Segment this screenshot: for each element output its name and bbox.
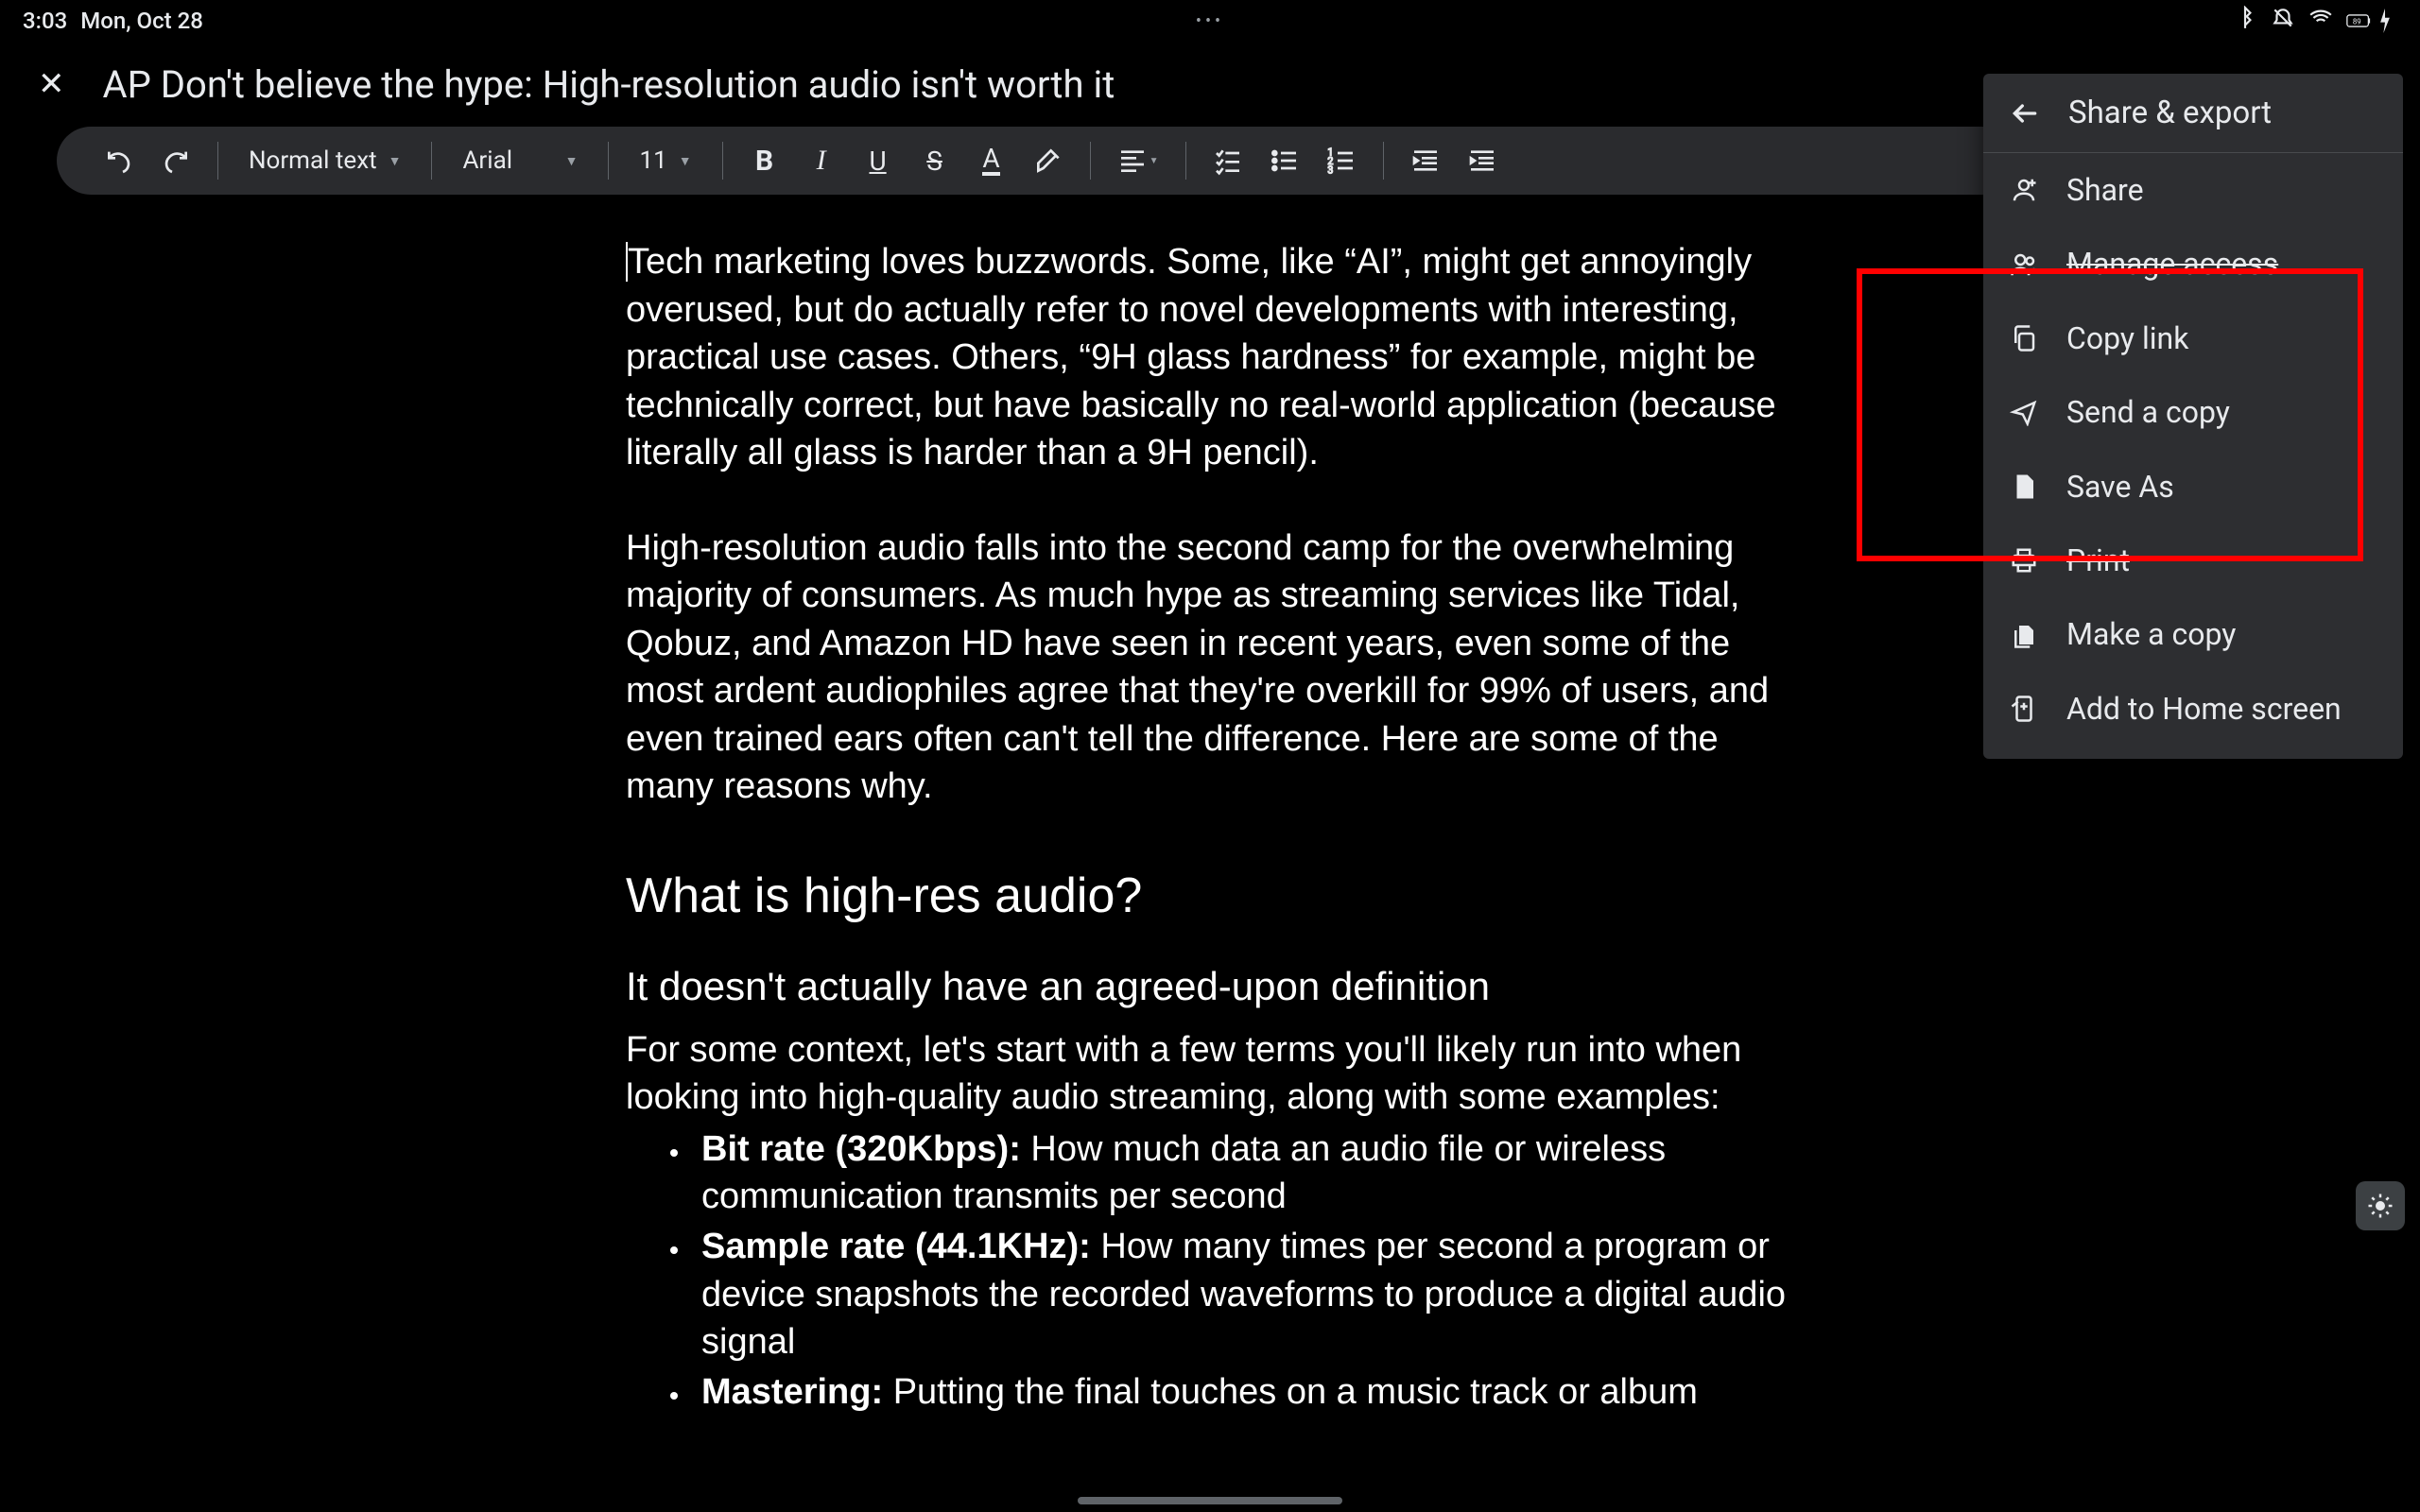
status-bar: 3:03 Mon, Oct 28 ••• 89 bbox=[0, 0, 2420, 42]
svg-text:89: 89 bbox=[2353, 17, 2361, 26]
toolbar-separator bbox=[722, 142, 723, 180]
toolbar-separator bbox=[217, 142, 218, 180]
decrease-indent-button[interactable] bbox=[1401, 136, 1450, 185]
paragraph[interactable]: For some context, let's start with a few… bbox=[626, 1026, 1789, 1122]
brightness-button[interactable] bbox=[2356, 1181, 2405, 1230]
increase-indent-button[interactable] bbox=[1458, 136, 1507, 185]
battery-icon: 89 bbox=[2346, 9, 2397, 33]
back-arrow-icon[interactable] bbox=[2010, 98, 2040, 129]
align-button[interactable]: ▼ bbox=[1108, 136, 1168, 185]
menu-item-print[interactable]: Print bbox=[1983, 524, 2403, 597]
brightness-icon bbox=[2366, 1192, 2394, 1220]
bold-button[interactable]: B bbox=[740, 136, 789, 185]
menu-item-send-copy[interactable]: Send a copy bbox=[1983, 375, 2403, 449]
status-more-icon[interactable]: ••• bbox=[1196, 11, 1224, 31]
share-export-menu: Share & export Share Manage access Copy … bbox=[1983, 74, 2403, 759]
menu-item-manage-access[interactable]: Manage access bbox=[1983, 227, 2403, 301]
bulleted-list[interactable]: Bit rate (320Kbps): How much data an aud… bbox=[626, 1125, 1789, 1416]
add-home-icon bbox=[2010, 695, 2038, 723]
strikethrough-button[interactable]: S bbox=[910, 136, 959, 185]
font-label: Arial bbox=[462, 146, 512, 175]
underline-button[interactable]: U bbox=[854, 136, 903, 185]
list-item[interactable]: Bit rate (320Kbps): How much data an aud… bbox=[692, 1125, 1789, 1221]
paragraph[interactable]: High-resolution audio falls into the sec… bbox=[626, 524, 1789, 811]
paragraph-style-label: Normal text bbox=[249, 146, 377, 175]
menu-item-make-copy[interactable]: Make a copy bbox=[1983, 597, 2403, 671]
svg-text:3: 3 bbox=[1327, 163, 1333, 176]
heading-2[interactable]: What is high-res audio? bbox=[626, 868, 1789, 924]
status-date: Mon, Oct 28 bbox=[80, 8, 203, 34]
font-dropdown[interactable]: Arial ▼ bbox=[449, 146, 591, 175]
heading-3[interactable]: It doesn't actually have an agreed-upon … bbox=[626, 964, 1789, 1009]
toolbar-separator bbox=[431, 142, 432, 180]
menu-item-share[interactable]: Share bbox=[1983, 153, 2403, 227]
paragraph-style-dropdown[interactable]: Normal text ▼ bbox=[235, 146, 414, 175]
menu-item-add-home[interactable]: Add to Home screen bbox=[1983, 672, 2403, 746]
highlight-button[interactable] bbox=[1024, 136, 1073, 185]
mute-icon bbox=[2271, 6, 2295, 36]
bluetooth-icon bbox=[2233, 6, 2257, 36]
paragraph[interactable]: Tech marketing loves buzzwords. Some, li… bbox=[626, 238, 1789, 477]
copy-file-icon bbox=[2010, 621, 2038, 649]
copy-icon bbox=[2010, 324, 2038, 352]
file-icon bbox=[2010, 472, 2038, 501]
group-icon bbox=[2010, 250, 2038, 279]
menu-header: Share & export bbox=[1983, 74, 2403, 153]
print-icon bbox=[2010, 546, 2038, 575]
numbered-list-button[interactable]: 123 bbox=[1317, 136, 1366, 185]
menu-item-copy-link[interactable]: Copy link bbox=[1983, 301, 2403, 375]
list-item[interactable]: Sample rate (44.1KHz): How many times pe… bbox=[692, 1223, 1789, 1366]
redo-button[interactable] bbox=[151, 136, 200, 185]
toolbar-separator bbox=[608, 142, 609, 180]
checklist-button[interactable] bbox=[1203, 136, 1253, 185]
chevron-down-icon: ▼ bbox=[565, 153, 579, 169]
bulleted-list-button[interactable] bbox=[1260, 136, 1309, 185]
close-button[interactable]: ✕ bbox=[38, 65, 65, 103]
send-icon bbox=[2010, 398, 2038, 426]
wifi-icon bbox=[2308, 6, 2333, 36]
menu-item-save-as[interactable]: Save As bbox=[1983, 450, 2403, 524]
list-item[interactable]: Mastering: Putting the final touches on … bbox=[692, 1368, 1789, 1417]
font-size-dropdown[interactable]: 11 ▼ bbox=[626, 146, 704, 175]
font-size-label: 11 bbox=[639, 146, 666, 175]
undo-button[interactable] bbox=[95, 136, 144, 185]
navigation-bar-pill[interactable] bbox=[1078, 1497, 1342, 1504]
menu-title: Share & export bbox=[2068, 94, 2272, 131]
document-title[interactable]: AP Don't believe the hype: High-resoluti… bbox=[103, 62, 1115, 107]
toolbar-separator bbox=[1090, 142, 1091, 180]
italic-button[interactable]: I bbox=[797, 136, 846, 185]
person-add-icon bbox=[2010, 176, 2038, 204]
toolbar-separator bbox=[1185, 142, 1186, 180]
chevron-down-icon: ▼ bbox=[679, 153, 692, 169]
status-time: 3:03 bbox=[23, 8, 67, 34]
chevron-down-icon: ▼ bbox=[389, 153, 402, 169]
text-color-button[interactable]: A bbox=[967, 136, 1016, 185]
toolbar-separator bbox=[1383, 142, 1384, 180]
